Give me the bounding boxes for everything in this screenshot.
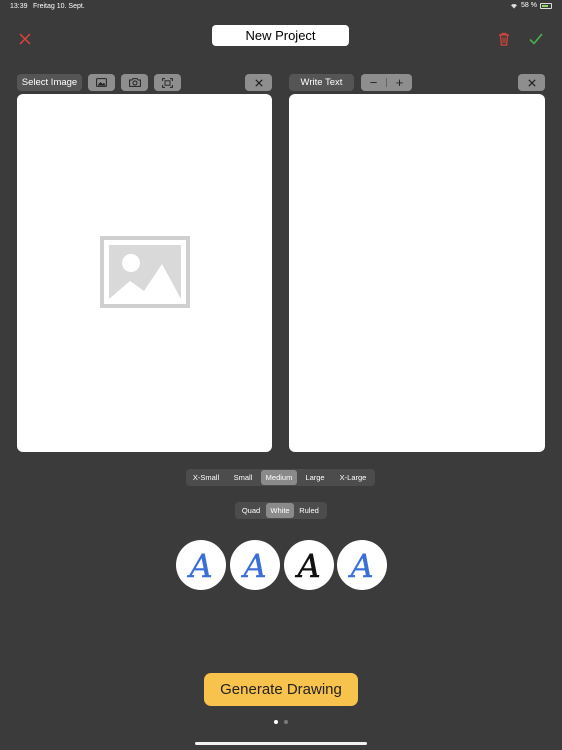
- image-placeholder-icon: [100, 236, 190, 308]
- svg-text:A: A: [240, 548, 266, 582]
- font-style-option[interactable]: A: [176, 540, 226, 590]
- option-small[interactable]: Small: [225, 470, 261, 485]
- option-white[interactable]: White: [266, 503, 294, 518]
- battery-icon: [540, 2, 552, 9]
- size-selector[interactable]: X-Small Small Medium Large X-Large: [186, 469, 375, 486]
- font-style-option[interactable]: A: [337, 540, 387, 590]
- option-large[interactable]: Large: [297, 470, 333, 485]
- option-quad[interactable]: Quad: [236, 503, 266, 518]
- status-date: Freitag 10. Sept.: [33, 3, 85, 10]
- text-canvas[interactable]: [289, 94, 545, 452]
- handwriting-glyph: A: [347, 548, 374, 582]
- option-x-small[interactable]: X-Small: [187, 470, 225, 485]
- status-bar: 13:39 Freitag 10. Sept. 58 %: [0, 0, 562, 14]
- status-time: 13:39: [10, 3, 28, 10]
- text-size-stepper[interactable]: − +: [361, 74, 412, 91]
- confirm-button[interactable]: [526, 29, 546, 49]
- handwriting-glyph: A: [294, 548, 321, 582]
- x-icon: [527, 78, 536, 87]
- write-text-label: Write Text: [289, 74, 354, 91]
- select-image-label: Select Image: [17, 74, 82, 91]
- clear-text-button[interactable]: [518, 74, 545, 91]
- camera-icon: [128, 78, 141, 87]
- status-indicators: 58 %: [510, 2, 552, 9]
- svg-text:A: A: [294, 548, 320, 582]
- paper-selector[interactable]: Quad White Ruled: [235, 502, 327, 519]
- wifi-icon: [511, 4, 518, 9]
- option-ruled[interactable]: Ruled: [294, 503, 324, 518]
- font-style-option[interactable]: A: [230, 540, 280, 590]
- x-icon: [19, 33, 31, 45]
- home-indicator: [195, 742, 367, 745]
- battery-percent: 58 %: [521, 2, 537, 9]
- close-button[interactable]: [15, 29, 35, 49]
- handwriting-glyph: A: [186, 548, 213, 582]
- option-medium[interactable]: Medium: [261, 470, 297, 485]
- photo-library-button[interactable]: [88, 74, 115, 91]
- handwriting-glyph: A: [240, 548, 267, 582]
- trash-icon: [499, 32, 509, 46]
- project-title-field[interactable]: New Project: [212, 25, 349, 46]
- scan-icon: [162, 77, 173, 88]
- svg-text:A: A: [347, 548, 373, 582]
- checkmark-icon: [529, 33, 543, 45]
- clear-image-button[interactable]: [245, 74, 272, 91]
- x-icon: [254, 78, 263, 87]
- generate-drawing-button[interactable]: Generate Drawing: [204, 673, 358, 706]
- scan-button[interactable]: [154, 74, 181, 91]
- increase-button[interactable]: +: [387, 74, 412, 91]
- page-dot-active[interactable]: [274, 720, 278, 724]
- delete-button[interactable]: [494, 29, 514, 49]
- decrease-button[interactable]: −: [361, 74, 386, 91]
- svg-text:A: A: [186, 548, 212, 582]
- option-x-large[interactable]: X-Large: [333, 470, 373, 485]
- image-canvas[interactable]: [17, 94, 272, 452]
- page-dot[interactable]: [284, 720, 288, 724]
- font-style-option[interactable]: A: [284, 540, 334, 590]
- camera-button[interactable]: [121, 74, 148, 91]
- photo-library-icon: [96, 78, 107, 87]
